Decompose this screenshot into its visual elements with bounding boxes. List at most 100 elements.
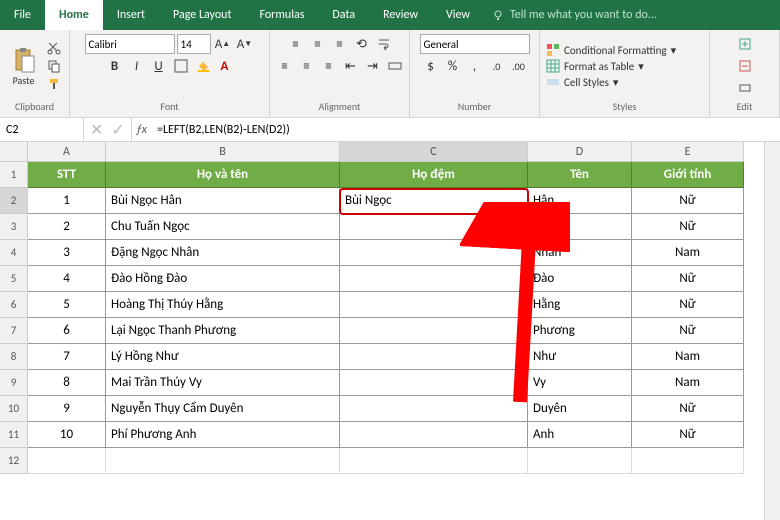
cell-A8[interactable]: 7 <box>28 344 106 370</box>
row-header-8[interactable]: 8 <box>0 344 28 370</box>
select-all-corner[interactable] <box>0 142 28 162</box>
cell-B7[interactable]: Lại Ngọc Thanh Phương <box>106 318 340 344</box>
cell-B8[interactable]: Lý Hồng Như <box>106 344 340 370</box>
cell-D6[interactable]: Hằng <box>528 292 632 318</box>
cell-B12[interactable] <box>106 448 340 474</box>
number-format-select[interactable]: General <box>420 34 530 54</box>
cell-A6[interactable]: 5 <box>28 292 106 318</box>
row-header-11[interactable]: 11 <box>0 422 28 448</box>
cell-A11[interactable]: 10 <box>28 422 106 448</box>
row-header-4[interactable]: 4 <box>0 240 28 266</box>
cell-C4[interactable] <box>340 240 528 266</box>
tab-formulas[interactable]: Formulas <box>245 0 318 30</box>
header-cell-e[interactable]: Giới tính <box>632 162 744 188</box>
cell-B11[interactable]: Phí Phương Anh <box>106 422 340 448</box>
tell-me-search[interactable]: Tell me what you want to do... <box>484 0 780 30</box>
col-header-D[interactable]: D <box>528 142 632 162</box>
tab-file[interactable]: File <box>0 0 45 30</box>
col-header-C[interactable]: C <box>340 142 528 162</box>
format-as-table-button[interactable]: Format as Table ▾ <box>546 59 676 73</box>
cancel-formula-button[interactable]: ✕ <box>90 120 103 140</box>
currency-button[interactable]: $ <box>421 56 441 76</box>
tab-page-layout[interactable]: Page Layout <box>159 0 245 30</box>
align-center-button[interactable]: ≡ <box>297 56 317 76</box>
row-header-9[interactable]: 9 <box>0 370 28 396</box>
cell-A2[interactable]: 1 <box>28 188 106 214</box>
header-cell-b[interactable]: Họ và tên <box>106 162 340 188</box>
increase-decimal-button[interactable]: .0 <box>487 56 507 76</box>
row-header-12[interactable]: 12 <box>0 448 28 474</box>
cell-C2[interactable]: Bùi Ngọc <box>340 188 528 214</box>
col-header-B[interactable]: B <box>106 142 340 162</box>
orientation-button[interactable]: ⟲ <box>352 34 372 54</box>
borders-button[interactable] <box>171 56 191 76</box>
insert-cells-button[interactable] <box>735 34 755 54</box>
cell-D7[interactable]: Phương <box>528 318 632 344</box>
cell-E4[interactable]: Nam <box>632 240 744 266</box>
paste-button[interactable]: Paste <box>6 46 41 87</box>
name-box[interactable]: C2 <box>0 118 84 141</box>
cell-B4[interactable]: Đặng Ngọc Nhân <box>106 240 340 266</box>
row-header-6[interactable]: 6 <box>0 292 28 318</box>
tab-review[interactable]: Review <box>369 0 432 30</box>
decrease-font-button[interactable]: A▼ <box>235 34 255 54</box>
cell-B2[interactable]: Bùi Ngọc Hân <box>106 188 340 214</box>
row-header-3[interactable]: 3 <box>0 214 28 240</box>
cell-E8[interactable]: Nam <box>632 344 744 370</box>
conditional-formatting-button[interactable]: Conditional Formatting ▾ <box>546 43 676 57</box>
increase-indent-button[interactable]: ⇥ <box>363 56 383 76</box>
col-header-E[interactable]: E <box>632 142 744 162</box>
cell-A10[interactable]: 9 <box>28 396 106 422</box>
decrease-indent-button[interactable]: ⇤ <box>341 56 361 76</box>
cell-D4[interactable]: Nhân <box>528 240 632 266</box>
font-size-select[interactable]: 14 <box>177 34 211 54</box>
cell-C5[interactable] <box>340 266 528 292</box>
align-top-button[interactable]: ≡ <box>286 34 306 54</box>
cell-D3[interactable]: Ngọc <box>528 214 632 240</box>
header-cell-d[interactable]: Tên <box>528 162 632 188</box>
cell-styles-button[interactable]: Cell Styles ▾ <box>546 75 676 89</box>
percent-button[interactable]: % <box>443 56 463 76</box>
italic-button[interactable]: I <box>127 56 147 76</box>
cell-D8[interactable]: Như <box>528 344 632 370</box>
cell-A9[interactable]: 8 <box>28 370 106 396</box>
cell-D2[interactable]: Hân <box>528 188 632 214</box>
row-header-10[interactable]: 10 <box>0 396 28 422</box>
cell-E6[interactable]: Nữ <box>632 292 744 318</box>
header-cell-a[interactable]: STT <box>28 162 106 188</box>
align-right-button[interactable]: ≡ <box>319 56 339 76</box>
cell-A3[interactable]: 2 <box>28 214 106 240</box>
cell-E3[interactable]: Nữ <box>632 214 744 240</box>
cell-A5[interactable]: 4 <box>28 266 106 292</box>
cell-B10[interactable]: Nguyễn Thụy Cẩm Duyên <box>106 396 340 422</box>
cell-A4[interactable]: 3 <box>28 240 106 266</box>
row-header-5[interactable]: 5 <box>0 266 28 292</box>
fill-color-button[interactable] <box>193 56 213 76</box>
cell-C3[interactable] <box>340 214 528 240</box>
format-painter-button[interactable] <box>45 76 63 92</box>
font-name-select[interactable]: Calibri <box>85 34 175 54</box>
decrease-decimal-button[interactable]: .00 <box>509 56 529 76</box>
underline-button[interactable]: U <box>149 56 169 76</box>
cell-C12[interactable] <box>340 448 528 474</box>
cell-C10[interactable] <box>340 396 528 422</box>
cell-A12[interactable] <box>28 448 106 474</box>
cell-E7[interactable]: Nữ <box>632 318 744 344</box>
formula-input[interactable]: =LEFT(B2,LEN(B2)-LEN(D2)) <box>151 118 780 141</box>
row-header-7[interactable]: 7 <box>0 318 28 344</box>
row-header-1[interactable]: 1 <box>0 162 28 188</box>
cell-D10[interactable]: Duyên <box>528 396 632 422</box>
enter-formula-button[interactable]: ✓ <box>111 120 124 140</box>
cell-C9[interactable] <box>340 370 528 396</box>
cut-button[interactable] <box>45 40 63 56</box>
cell-D12[interactable] <box>528 448 632 474</box>
align-left-button[interactable]: ≡ <box>275 56 295 76</box>
align-middle-button[interactable]: ≡ <box>308 34 328 54</box>
cell-E9[interactable]: Nam <box>632 370 744 396</box>
copy-button[interactable] <box>45 58 63 74</box>
increase-font-button[interactable]: A▲ <box>213 34 233 54</box>
cell-E12[interactable] <box>632 448 744 474</box>
tab-home[interactable]: Home <box>45 0 103 30</box>
cell-E11[interactable]: Nữ <box>632 422 744 448</box>
cell-D9[interactable]: Vy <box>528 370 632 396</box>
